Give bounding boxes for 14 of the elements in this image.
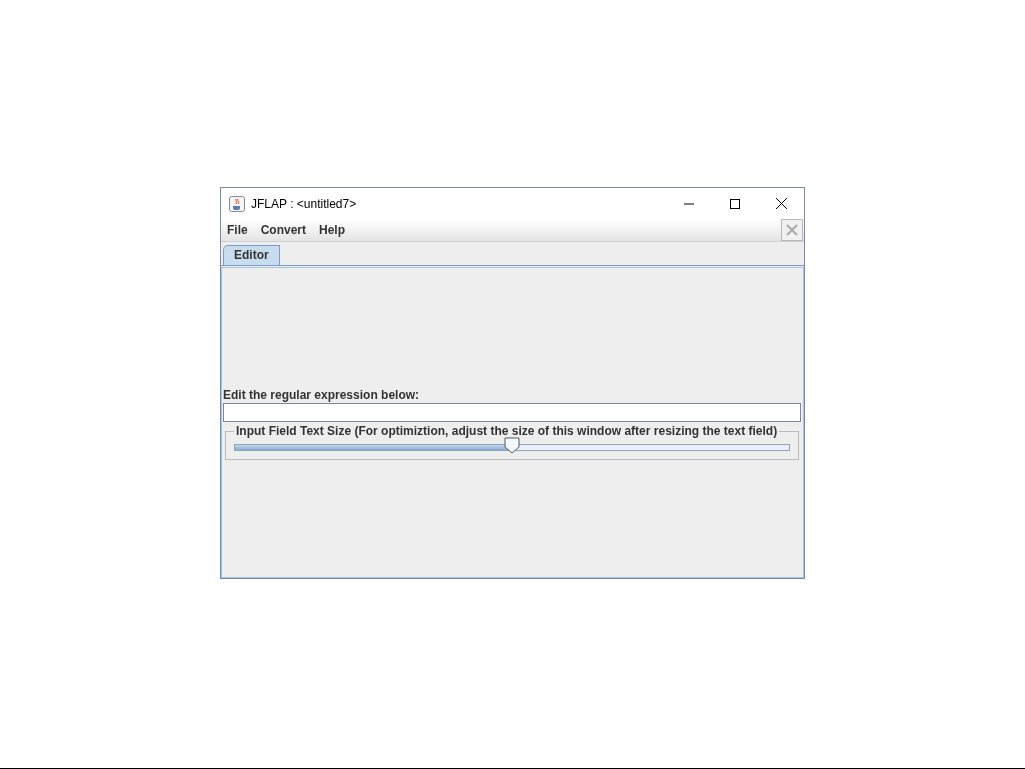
menu-item[interactable]: File	[226, 223, 254, 237]
close-icon	[775, 198, 787, 209]
maximize-icon	[730, 198, 740, 209]
close-tab-button[interactable]	[781, 219, 803, 241]
editor-tab[interactable]: Editor	[223, 245, 280, 265]
field-label: Edit the regular expression below:	[223, 388, 421, 402]
slider-title: Input Field Text Size (For optimiztion, adjust the size of this window after resizing the text field)	[235, 424, 779, 438]
java-cup-icon	[229, 195, 245, 212]
regex-input-field[interactable]	[223, 403, 801, 422]
window-title: JFLAP : <untitled7>	[251, 196, 358, 211]
close-icon	[786, 224, 798, 236]
slider-thumb[interactable]	[504, 437, 520, 454]
menu-item[interactable]: Convert	[259, 223, 312, 237]
menu-item[interactable]: Help	[318, 223, 352, 237]
